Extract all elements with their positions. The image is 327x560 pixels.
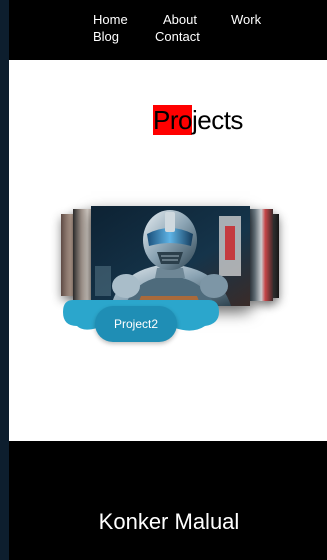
carousel-slide-right[interactable] bbox=[247, 209, 273, 301]
footer: Konker Malual bbox=[9, 441, 327, 560]
nav-link-contact[interactable]: Contact bbox=[155, 29, 200, 45]
nav-link-work[interactable]: Work bbox=[231, 12, 261, 28]
page: Home About Work Blog Contact Projects Pr… bbox=[9, 0, 327, 560]
top-nav-bar: Home About Work Blog Contact bbox=[9, 0, 327, 60]
carousel-slide-active[interactable] bbox=[91, 206, 250, 306]
nav-link-blog[interactable]: Blog bbox=[93, 29, 119, 45]
footer-author-name: Konker Malual bbox=[98, 509, 240, 534]
section-title-highlight: Pro bbox=[153, 105, 192, 135]
section-title: Projects bbox=[153, 105, 243, 135]
robot-image bbox=[91, 206, 250, 306]
project-caption-button[interactable]: Project2 bbox=[95, 306, 177, 342]
nav-link-about[interactable]: About bbox=[163, 12, 197, 28]
nav-link-home[interactable]: Home bbox=[93, 12, 128, 28]
section-title-rest: jects bbox=[191, 105, 243, 135]
projects-section: Projects bbox=[9, 60, 327, 441]
